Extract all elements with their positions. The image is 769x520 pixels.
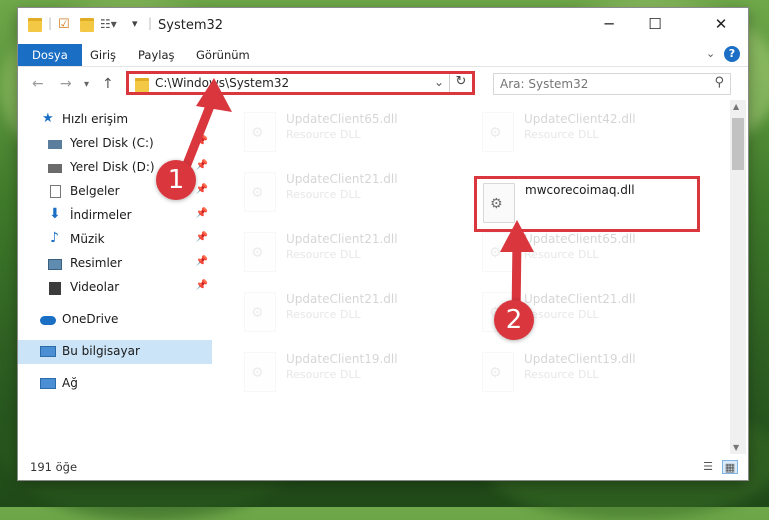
properties-icon[interactable]: ☑ (58, 17, 72, 32)
step-2-badge: 2 (494, 300, 534, 340)
file-item[interactable]: ⚙ UpdateClient42.dll Resource DLL (472, 106, 692, 156)
pin-icon[interactable]: 📌 (196, 136, 208, 147)
scroll-down-icon[interactable]: ▼ (733, 443, 739, 452)
cloud-icon (40, 316, 56, 325)
help-icon[interactable]: ? (724, 46, 740, 62)
vertical-scrollbar[interactable]: ▲ ▼ (730, 100, 746, 454)
new-folder-icon[interactable] (80, 18, 94, 32)
pin-icon[interactable]: 📌 (196, 184, 208, 195)
nav-item-local-disk-c[interactable]: Yerel Disk (C:) 📌 (18, 132, 212, 156)
tab-file[interactable]: Dosya (18, 44, 82, 66)
star-icon: ★ (42, 111, 54, 126)
file-item[interactable]: ⚙ UpdateClient19.dll Resource DLL (472, 346, 692, 396)
search-input[interactable] (498, 76, 702, 92)
quick-access-dropdown-icon[interactable]: ▾ (132, 17, 146, 31)
dll-file-icon: ⚙ (244, 292, 276, 332)
nav-item-pictures[interactable]: Resimler 📌 (18, 252, 212, 276)
navigation-pane: ★ Hızlı erişim Yerel Disk (C:) 📌 Yerel D… (18, 100, 212, 456)
tab-home[interactable]: Giriş (90, 44, 116, 66)
dll-file-icon: ⚙ (482, 352, 514, 392)
title-bar: | ☑ ☷▾ ▾ | System32 ─ ☐ ✕ (18, 8, 748, 44)
gear-icon: ⚙ (251, 125, 264, 141)
ribbon-tabs: Dosya Giriş Paylaş Görünüm ⌄ ? (18, 44, 748, 66)
gear-icon: ⚙ (489, 125, 502, 141)
details-view-icon[interactable]: ☰ (700, 460, 716, 474)
gear-icon: ⚙ (251, 305, 264, 321)
maximize-button[interactable]: ☐ (632, 8, 678, 40)
back-arrow-icon[interactable]: ← (32, 76, 44, 92)
network-icon (40, 378, 56, 389)
address-bar[interactable]: C:\Windows\System32 ⌄ ↻ (126, 71, 475, 95)
file-explorer-window: | ☑ ☷▾ ▾ | System32 ─ ☐ ✕ Dosya Giriş Pa… (18, 8, 748, 480)
download-icon: ⬇ (49, 206, 61, 222)
forward-arrow-icon[interactable]: → (60, 76, 72, 92)
nav-item-this-pc[interactable]: Bu bilgisayar (18, 340, 212, 364)
computer-icon (40, 346, 56, 357)
gear-icon: ⚙ (251, 365, 264, 381)
nav-item-videos[interactable]: Videolar 📌 (18, 276, 212, 300)
scroll-up-icon[interactable]: ▲ (733, 102, 739, 111)
gear-icon: ⚙ (251, 185, 264, 201)
file-item[interactable]: ⚙ UpdateClient21.dll Resource DLL (234, 166, 454, 216)
pin-icon[interactable]: 📌 (196, 208, 208, 219)
customize-toolbar-icon[interactable]: ☷▾ (100, 17, 117, 31)
videos-icon (49, 282, 61, 295)
search-box[interactable]: ⚲ (493, 73, 731, 95)
dll-file-icon: ⚙ (244, 232, 276, 272)
file-item[interactable]: ⚙ UpdateClient65.dll Resource DLL (472, 226, 692, 276)
dll-file-icon: ⚙ (483, 183, 515, 223)
tab-share[interactable]: Paylaş (138, 44, 175, 66)
documents-icon (50, 185, 61, 198)
address-row: ← → ▾ ↑ C:\Windows\System32 ⌄ ↻ ⚲ (18, 66, 748, 101)
nav-item-downloads[interactable]: ⬇ İndirmeler 📌 (18, 204, 212, 228)
nav-item-network[interactable]: Ağ (18, 372, 212, 396)
address-dropdown-icon[interactable]: ⌄ (434, 75, 444, 89)
tab-view[interactable]: Görünüm (196, 44, 250, 66)
dll-file-icon: ⚙ (482, 232, 514, 272)
file-list: ⚙ UpdateClient65.dll Resource DLL ⚙ Upda… (214, 100, 730, 456)
dll-file-icon: ⚙ (244, 172, 276, 212)
search-icon: ⚲ (714, 75, 724, 90)
window-title: System32 (158, 18, 224, 33)
dll-file-icon: ⚙ (244, 352, 276, 392)
pictures-icon (48, 259, 62, 270)
pin-icon[interactable]: 📌 (196, 160, 208, 171)
file-item[interactable]: ⚙ UpdateClient21.dll Resource DLL (234, 226, 454, 276)
pin-icon[interactable]: 📌 (196, 256, 208, 267)
drive-icon (48, 140, 62, 149)
status-bar: 191 öğe ☰ ▦ (18, 456, 748, 480)
large-icons-view-icon[interactable]: ▦ (722, 460, 738, 474)
file-item[interactable]: ⚙ UpdateClient21.dll Resource DLL (234, 286, 454, 336)
nav-item-music[interactable]: ♪ Müzik 📌 (18, 228, 212, 252)
scrollbar-thumb[interactable] (732, 118, 744, 170)
nav-item-quick-access[interactable]: ★ Hızlı erişim (18, 108, 212, 132)
step-1-badge: 1 (156, 160, 196, 200)
item-count: 191 öğe (30, 460, 78, 474)
expand-ribbon-icon[interactable]: ⌄ (706, 47, 715, 60)
recent-locations-icon[interactable]: ▾ (84, 79, 89, 90)
gear-icon: ⚙ (489, 365, 502, 381)
file-item-highlighted[interactable]: ⚙ mwcorecoimaq.dll (474, 176, 700, 232)
drive-icon (48, 164, 62, 173)
up-arrow-icon[interactable]: ↑ (102, 76, 114, 92)
file-item[interactable]: ⚙ UpdateClient19.dll Resource DLL (234, 346, 454, 396)
pin-icon[interactable]: 📌 (196, 280, 208, 291)
gear-icon: ⚙ (251, 245, 264, 261)
gear-icon: ⚙ (490, 196, 503, 212)
refresh-icon[interactable]: ↻ (449, 74, 472, 92)
pin-icon[interactable]: 📌 (196, 232, 208, 243)
file-item[interactable]: ⚙ UpdateClient65.dll Resource DLL (234, 106, 454, 156)
minimize-button[interactable]: ─ (586, 8, 632, 40)
dll-file-icon: ⚙ (244, 112, 276, 152)
close-button[interactable]: ✕ (698, 8, 744, 40)
address-path: C:\Windows\System32 (155, 76, 290, 90)
folder-icon (135, 78, 149, 92)
nav-item-onedrive[interactable]: OneDrive (18, 308, 212, 332)
dll-file-icon: ⚙ (482, 112, 514, 152)
folder-icon (28, 18, 42, 32)
gear-icon: ⚙ (489, 245, 502, 261)
music-icon: ♪ (50, 230, 59, 246)
